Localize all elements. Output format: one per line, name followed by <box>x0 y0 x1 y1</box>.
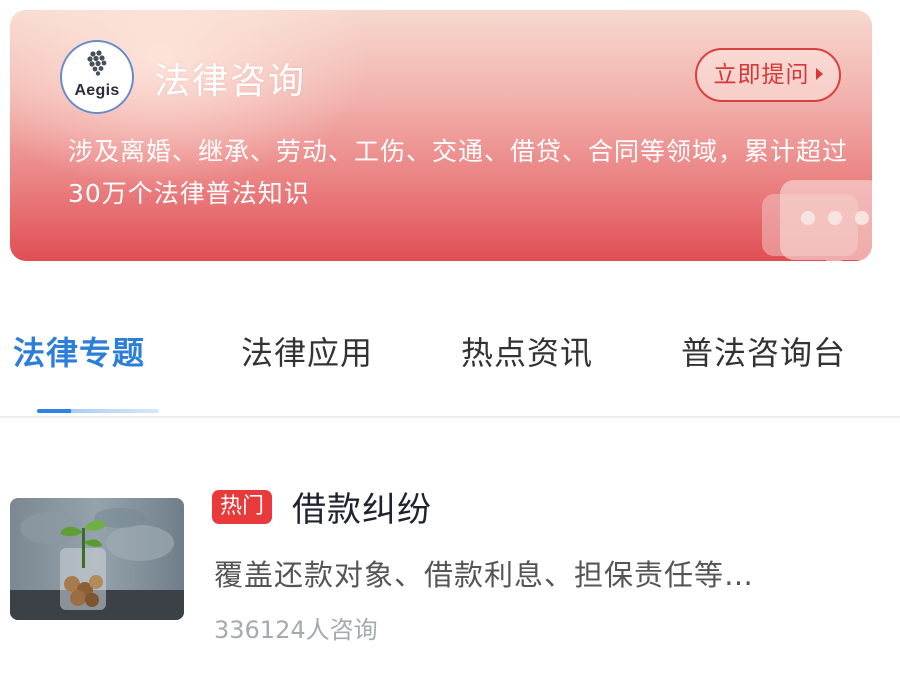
article-thumbnail <box>10 498 184 620</box>
active-tab-indicator <box>37 409 159 413</box>
logo-text: Aegis <box>74 82 120 99</box>
tab-consult-desk[interactable]: 普法咨询台 <box>681 328 846 374</box>
banner-description: 涉及离婚、继承、劳动、工伤、交通、借贷、合同等领域，累计超过30万个法律普法知识 <box>68 137 849 208</box>
tab-legal-topics[interactable]: 法律专题 <box>13 328 145 374</box>
legal-consult-banner[interactable]: Aegis 法律咨询 立即提问 涉及离婚、继承、劳动、工伤、交通、借贷、合同等领… <box>10 10 872 261</box>
article-item-loan-dispute[interactable]: 热门 借款纠纷 覆盖还款对象、借款利息、担保责任等… 336124人咨询 <box>0 470 900 650</box>
tab-hot-news[interactable]: 热点资讯 <box>461 328 593 374</box>
ask-now-button[interactable]: 立即提问 <box>695 48 841 102</box>
aegis-logo: Aegis <box>60 40 134 114</box>
banner-title: 法律咨询 <box>154 61 307 102</box>
play-arrow-icon <box>815 67 823 80</box>
consult-count: 336124人咨询 <box>214 616 378 644</box>
pinecone-icon <box>87 50 107 76</box>
tab-legal-applications[interactable]: 法律应用 <box>241 328 373 374</box>
tab-bar: 法律专题 法律应用 热点资讯 普法咨询台 <box>0 300 900 418</box>
page: Aegis 法律咨询 立即提问 涉及离婚、继承、劳动、工伤、交通、借贷、合同等领… <box>0 0 900 675</box>
article-description: 覆盖还款对象、借款利息、担保责任等… <box>214 558 755 592</box>
chat-bubble-icon <box>762 180 872 261</box>
plant-coins-image <box>10 498 184 620</box>
hot-badge: 热门 <box>212 490 272 524</box>
ask-now-label: 立即提问 <box>713 62 810 88</box>
article-title[interactable]: 借款纠纷 <box>292 482 432 531</box>
